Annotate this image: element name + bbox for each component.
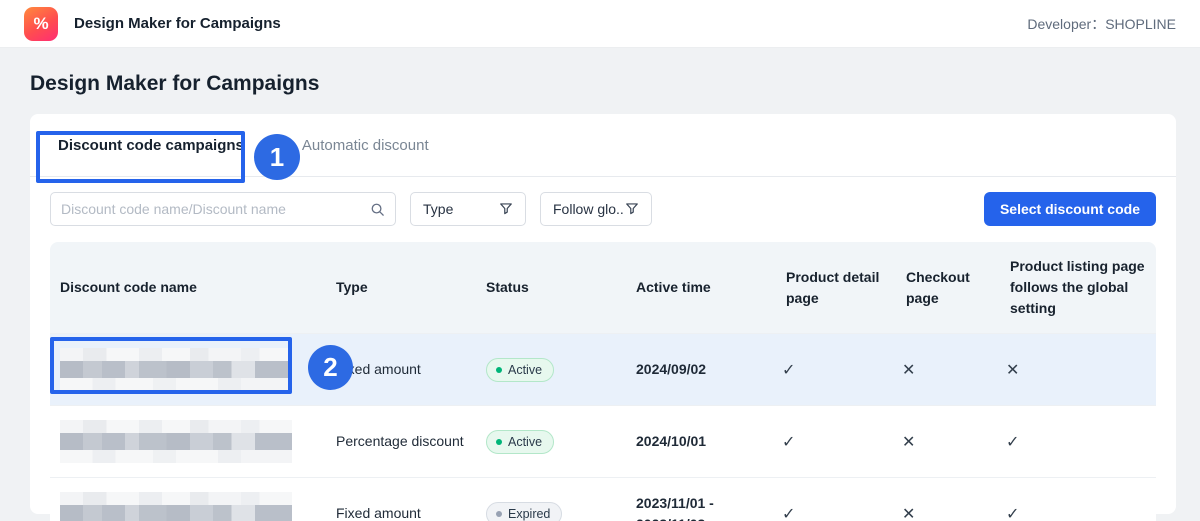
campaigns-table: Discount code name Type Status Active ti… [50,242,1156,521]
table-row[interactable]: Percentage discount Active 2024/10/01 ✓ … [50,405,1156,477]
status-badge: Expired [486,502,562,521]
campaigns-card: Discount code campaigns Automatic discou… [30,114,1176,514]
checkout-cross-icon: ✕ [896,406,1000,477]
developer-account-label: Developer：SHOPLINE [1027,14,1176,34]
discount-code-name-cell[interactable] [50,478,326,521]
discount-code-name-cell[interactable] [50,334,326,405]
tab-automatic-discount[interactable]: Automatic discount [302,137,429,154]
status-dot-icon [496,439,502,445]
page-title: Design Maker for Campaigns [30,72,1200,96]
app-logo-percent-icon: % [24,7,58,41]
status-cell: Active [476,334,626,405]
toolbar: Type Follow glo... Select discount code [30,177,1176,236]
tab-bar: Discount code campaigns Automatic discou… [30,114,1176,177]
redacted-name-mosaic [60,348,292,391]
product-detail-check-icon: ✓ [776,406,896,477]
funnel-filter-icon [625,202,639,216]
filter-follow-global-label: Follow glo... [553,201,625,217]
table-row[interactable]: Fixed amount Active 2024/09/02 ✓ ✕ ✕ [50,333,1156,405]
filter-type-label: Type [423,201,453,217]
active-time-cell: 2023/11/01 - 2023/11/03 [626,478,776,521]
type-cell: Percentage discount [326,406,476,477]
search-input[interactable] [61,201,370,217]
status-badge: Active [486,430,554,454]
product-detail-check-icon: ✓ [776,334,896,405]
column-header-status: Status [476,242,626,333]
type-cell: Fixed amount [326,478,476,521]
listing-check-icon: ✓ [1000,478,1156,521]
checkout-cross-icon: ✕ [896,334,1000,405]
status-cell: Expired [476,478,626,521]
redacted-name-mosaic [60,420,292,463]
redacted-name-mosaic [60,492,292,521]
status-dot-icon [496,511,502,517]
discount-code-name-cell[interactable] [50,406,326,477]
top-bar: % Design Maker for Campaigns Developer：S… [0,0,1200,48]
column-header-discount-code-name: Discount code name [50,242,326,333]
column-header-type: Type [326,242,476,333]
status-cell: Active [476,406,626,477]
table-header-row: Discount code name Type Status Active ti… [50,242,1156,333]
funnel-filter-icon [499,202,513,216]
table-row[interactable]: Fixed amount Expired 2023/11/01 - 2023/1… [50,477,1156,521]
status-dot-icon [496,367,502,373]
column-header-checkout-page: Checkout page [896,242,1000,333]
tab-discount-code-campaigns[interactable]: Discount code campaigns [58,137,244,154]
status-badge: Active [486,358,554,382]
type-cell: Fixed amount [326,334,476,405]
checkout-cross-icon: ✕ [896,478,1000,521]
column-header-active-time: Active time [626,242,776,333]
search-icon [370,202,385,217]
filter-follow-global-select[interactable]: Follow glo... [540,192,652,226]
app-title: Design Maker for Campaigns [74,15,281,32]
search-box[interactable] [50,192,396,226]
select-discount-code-button[interactable]: Select discount code [984,192,1156,226]
active-time-cell: 2024/10/01 [626,406,776,477]
product-detail-check-icon: ✓ [776,478,896,521]
column-header-product-listing: Product listing page follows the global … [1000,242,1156,333]
filter-type-select[interactable]: Type [410,192,526,226]
listing-cross-icon: ✕ [1000,334,1156,405]
column-header-product-detail-page: Product detail page [776,242,896,333]
listing-check-icon: ✓ [1000,406,1156,477]
active-time-cell: 2024/09/02 [626,334,776,405]
